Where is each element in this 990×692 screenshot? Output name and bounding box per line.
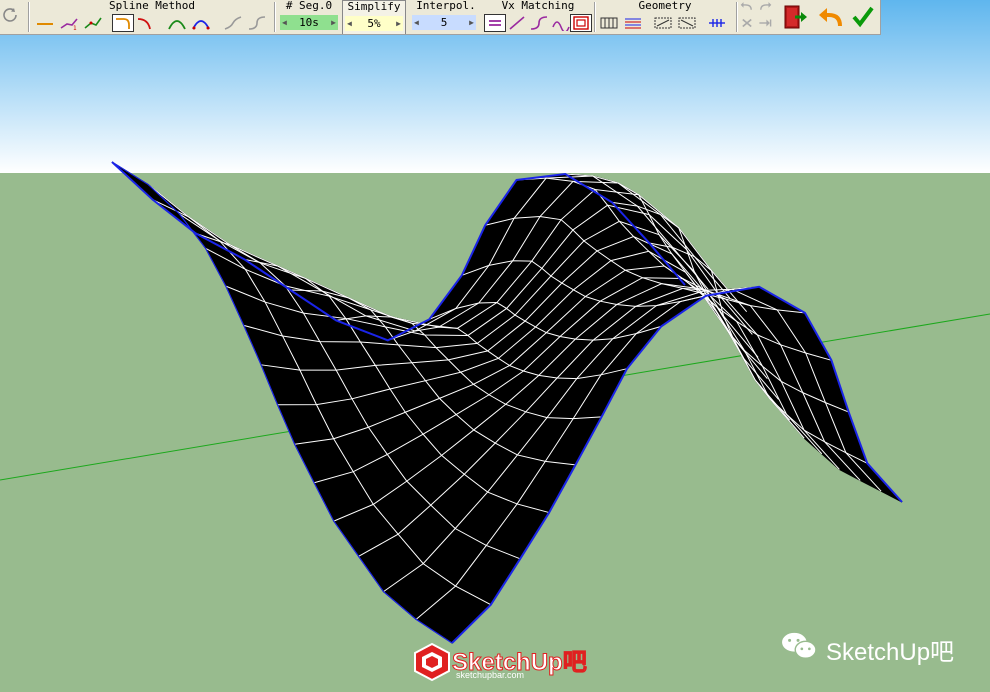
wechat-text: SketchUp吧 — [826, 639, 955, 666]
vx-matching-title: Vx Matching — [501, 0, 575, 12]
spinner-right-icon[interactable]: ▶ — [396, 19, 401, 28]
diagonal-icon[interactable] — [506, 14, 528, 32]
horizontal-lines-icon[interactable] — [622, 14, 644, 32]
spinner-left-icon[interactable]: ◀ — [282, 18, 287, 27]
curve-blue-icon[interactable] — [190, 14, 212, 32]
spinner-left-icon[interactable]: ◀ — [347, 19, 352, 28]
polyline-icon[interactable]: 1 — [58, 14, 80, 32]
interpol-value: 5 — [440, 16, 448, 29]
viewport-scene[interactable] — [0, 0, 990, 692]
vx-matching-group: Vx Matching — [484, 0, 592, 34]
s-curve-icon[interactable] — [528, 14, 550, 32]
frame-icon[interactable] — [570, 14, 592, 32]
sketchup-cube-icon — [414, 642, 450, 682]
interpol-title: Interpol. — [416, 0, 476, 12]
spinner-right-icon[interactable]: ▶ — [331, 18, 336, 27]
interpol-spinner[interactable]: ◀ 5 ▶ — [412, 15, 476, 30]
geometry-title: Geometry — [638, 0, 692, 12]
dashed-rect-icon[interactable] — [652, 14, 674, 32]
simplify-title: Simplify — [347, 0, 401, 13]
curve-gray-2-icon[interactable] — [246, 14, 268, 32]
polyline-green-icon[interactable] — [82, 14, 104, 32]
arc-orange-icon[interactable] — [112, 14, 134, 32]
sketchup-logo: SketchUp吧 sketchupbar.com — [412, 640, 587, 686]
svg-text:1: 1 — [73, 25, 77, 31]
undo-icon[interactable] — [740, 0, 754, 14]
simplify-group: Simplify ◀ 5% ▶ — [342, 0, 406, 34]
simplify-value: 5% — [367, 17, 381, 30]
wechat-icon — [782, 632, 817, 659]
segments-value: 10s — [299, 16, 319, 29]
interpol-group: Interpol. ◀ 5 ▶ — [408, 0, 484, 34]
spline-method-group: Spline Method 1 — [30, 0, 274, 34]
dashed-rect-2-icon[interactable] — [676, 14, 698, 32]
wave-icon[interactable] — [550, 14, 572, 32]
spinner-right-icon[interactable]: ▶ — [469, 18, 474, 27]
fredoscale-toolbar: Spline Method 1 # Seg.0 ◀ 10s ▶ Simplify… — [0, 0, 881, 35]
skip-icon[interactable] — [758, 16, 772, 30]
spinner-left-icon[interactable]: ◀ — [414, 18, 419, 27]
back-arrow-icon[interactable] — [818, 4, 844, 30]
segments-group: # Seg.0 ◀ 10s ▶ — [276, 0, 342, 34]
curve-gray-icon[interactable] — [222, 14, 244, 32]
spline-method-title: Spline Method — [108, 0, 196, 12]
straight-line-icon[interactable] — [34, 14, 56, 32]
segments-title: # Seg.0 — [285, 0, 333, 12]
curve-green-icon[interactable] — [166, 14, 188, 32]
redo-icon[interactable] — [758, 0, 772, 14]
cross-lines-icon[interactable] — [706, 14, 728, 32]
equal-icon[interactable] — [484, 14, 506, 32]
refresh-icon[interactable] — [0, 6, 22, 24]
arc-red-icon[interactable] — [134, 14, 156, 32]
simplify-spinner[interactable]: ◀ 5% ▶ — [345, 16, 403, 31]
checkmark-icon[interactable] — [850, 4, 876, 30]
vertical-lines-icon[interactable] — [598, 14, 620, 32]
wechat-watermark: SketchUp吧 — [780, 628, 970, 668]
cancel-icon[interactable] — [740, 16, 754, 30]
geometry-group: Geometry — [596, 0, 734, 34]
logo-url: sketchupbar.com — [456, 670, 525, 680]
segments-spinner[interactable]: ◀ 10s ▶ — [280, 15, 338, 30]
exit-icon[interactable] — [782, 4, 808, 30]
